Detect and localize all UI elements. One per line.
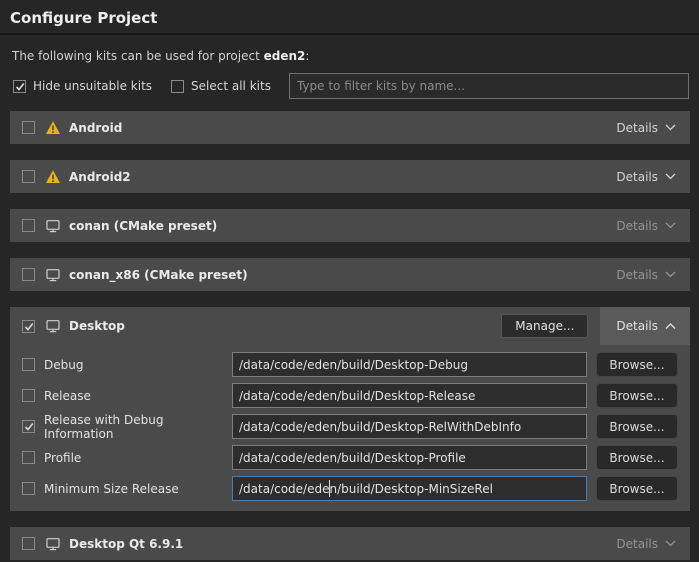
project-name: eden2 [264, 49, 306, 63]
kit-row-android[interactable]: Android Details [10, 111, 690, 144]
details-button-expanded[interactable]: Details [600, 307, 690, 345]
checkbox-icon[interactable] [13, 80, 26, 93]
manage-button[interactable]: Manage... [501, 314, 588, 338]
desktop-config-rows: Debug Browse... Release Browse... Releas… [10, 345, 690, 511]
checkmark-icon [24, 322, 34, 331]
title-separator [0, 33, 699, 35]
config-label: Minimum Size Release [44, 482, 232, 496]
kit-checkbox[interactable] [22, 320, 35, 333]
details-label: Details [616, 268, 658, 282]
desktop-icon [45, 318, 61, 334]
details-button[interactable]: Details [616, 219, 676, 233]
checkbox-icon[interactable] [171, 80, 184, 93]
config-label: Profile [44, 451, 232, 465]
browse-button[interactable]: Browse... [596, 352, 678, 377]
intro-suffix: : [305, 49, 309, 63]
configure-project-page: Configure Project The following kits can… [0, 0, 699, 562]
browse-button[interactable]: Browse... [596, 445, 678, 470]
kit-name: conan_x86 (CMake preset) [69, 268, 248, 282]
browse-button[interactable]: Browse... [596, 383, 678, 408]
kit-name: Desktop Qt 6.9.1 [69, 537, 183, 551]
page-title: Configure Project [0, 0, 699, 33]
details-button[interactable]: Details [616, 170, 676, 184]
kit-name: Android [69, 121, 122, 135]
kit-name: Android2 [69, 170, 131, 184]
config-checkbox[interactable] [22, 358, 35, 371]
browse-button[interactable]: Browse... [596, 476, 678, 501]
build-path-input-minsizerel[interactable] [232, 476, 587, 501]
desktop-icon [45, 218, 61, 234]
build-path-input-debug[interactable] [232, 352, 587, 377]
intro-prefix: The following kits can be used for proje… [12, 49, 264, 63]
kit-name: conan (CMake preset) [69, 219, 217, 233]
details-label: Details [616, 170, 658, 184]
build-path-input-relwithdebinfo[interactable] [232, 414, 587, 439]
kit-filter-input[interactable] [289, 73, 689, 99]
kit-checkbox[interactable] [22, 219, 35, 232]
kit-checkbox[interactable] [22, 537, 35, 550]
kit-panel-desktop: Desktop Manage... Details Debug Browse..… [10, 307, 690, 511]
desktop-icon [45, 267, 61, 283]
chevron-down-icon [665, 540, 676, 547]
select-all-kits-label: Select all kits [191, 79, 271, 93]
build-path-input-profile[interactable] [232, 445, 587, 470]
config-row-profile: Profile Browse... [22, 445, 678, 470]
chevron-down-icon [665, 271, 676, 278]
chevron-down-icon [665, 222, 676, 229]
details-label: Details [616, 219, 658, 233]
config-label: Release [44, 389, 232, 403]
config-checkbox[interactable] [22, 420, 35, 433]
select-all-kits-checkbox[interactable]: Select all kits [171, 79, 271, 93]
build-path-input-release[interactable] [232, 383, 587, 408]
details-button[interactable]: Details [616, 121, 676, 135]
kit-row-android2[interactable]: Android2 Details [10, 160, 690, 193]
details-button[interactable]: Details [616, 537, 676, 551]
chevron-down-icon [665, 124, 676, 131]
details-label: Details [616, 121, 658, 135]
config-row-relwithdebinfo: Release with Debug Information Browse... [22, 414, 678, 439]
details-label: Details [616, 537, 658, 551]
hide-unsuitable-kits-label: Hide unsuitable kits [33, 79, 152, 93]
kit-row-conan-x86[interactable]: conan_x86 (CMake preset) Details [10, 258, 690, 291]
text-caret [329, 480, 330, 497]
intro-text: The following kits can be used for proje… [12, 49, 687, 63]
kit-row-conan[interactable]: conan (CMake preset) Details [10, 209, 690, 242]
desktop-icon [45, 536, 61, 552]
chevron-down-icon [665, 173, 676, 180]
config-label: Release with Debug Information [44, 413, 232, 441]
warning-icon [45, 120, 61, 136]
kit-checkbox[interactable] [22, 170, 35, 183]
kit-row-desktop-qt-691[interactable]: Desktop Qt 6.9.1 Details [10, 527, 690, 560]
checkmark-icon [15, 82, 25, 91]
kit-name: Desktop [69, 319, 125, 333]
chevron-up-icon [665, 323, 676, 330]
browse-button[interactable]: Browse... [596, 414, 678, 439]
kit-list: Android Details Android2 Details conan (… [10, 111, 690, 560]
config-checkbox[interactable] [22, 482, 35, 495]
hide-unsuitable-kits-checkbox[interactable]: Hide unsuitable kits [13, 79, 152, 93]
config-row-debug: Debug Browse... [22, 352, 678, 377]
kit-controls-row: Hide unsuitable kits Select all kits [13, 73, 689, 99]
details-button[interactable]: Details [616, 268, 676, 282]
warning-icon [45, 169, 61, 185]
config-row-minsizerel: Minimum Size Release Browse... [22, 476, 678, 501]
config-label: Debug [44, 358, 232, 372]
details-label: Details [616, 319, 658, 333]
kit-checkbox[interactable] [22, 121, 35, 134]
config-checkbox[interactable] [22, 389, 35, 402]
config-row-release: Release Browse... [22, 383, 678, 408]
kit-row-desktop[interactable]: Desktop Manage... Details [10, 307, 690, 345]
config-checkbox[interactable] [22, 451, 35, 464]
checkmark-icon [24, 422, 34, 431]
kit-checkbox[interactable] [22, 268, 35, 281]
